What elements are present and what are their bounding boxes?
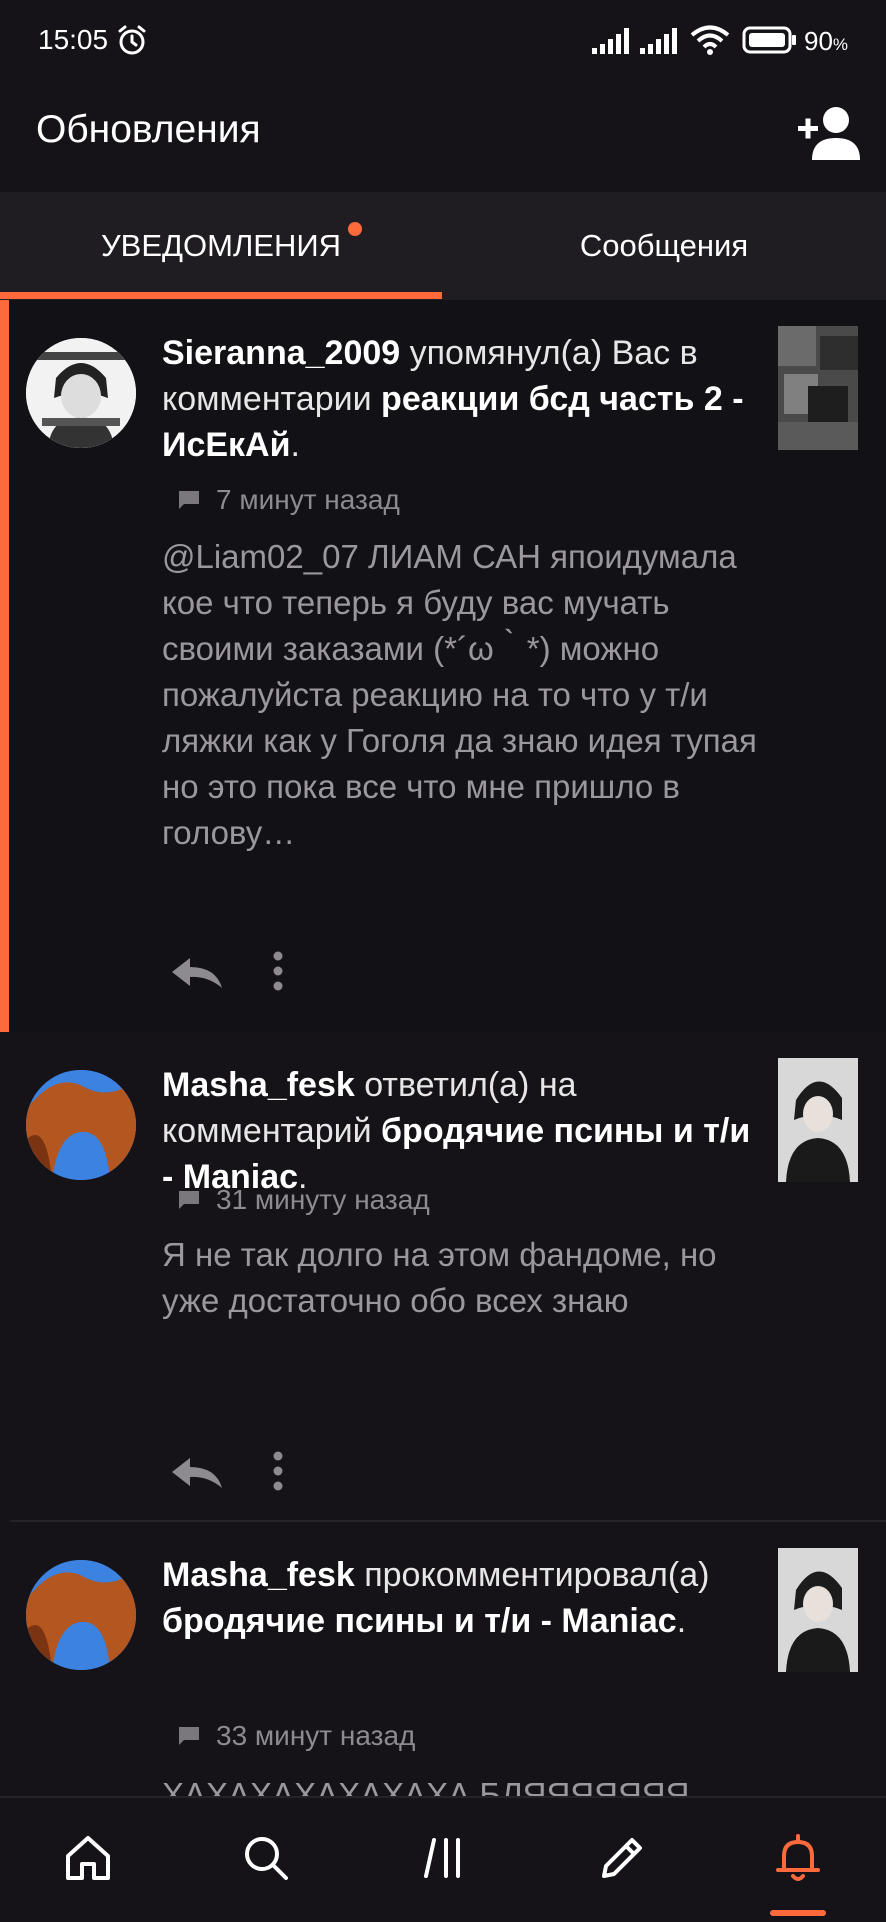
nav-home-button[interactable] bbox=[58, 1828, 118, 1888]
more-icon[interactable] bbox=[272, 950, 284, 992]
signal-icon bbox=[640, 28, 677, 54]
notification-headline: Masha_fesk ответил(а) на комментарий бро… bbox=[162, 1066, 751, 1196]
home-icon bbox=[66, 1836, 110, 1880]
more-icon[interactable] bbox=[272, 1450, 284, 1492]
wifi-icon bbox=[690, 25, 730, 55]
story-thumbnail[interactable] bbox=[778, 1548, 858, 1672]
comment-icon bbox=[179, 491, 199, 509]
pencil-icon bbox=[602, 1838, 642, 1878]
avatar[interactable] bbox=[26, 1560, 136, 1670]
notification-headline: Sieranna_2009 упомянул(а) Вас в коммента… bbox=[162, 334, 744, 464]
battery-percent: 90% bbox=[804, 26, 849, 56]
app-header: Обновления bbox=[0, 82, 886, 192]
notification-meta: 7 минут назад bbox=[178, 484, 400, 516]
avatar[interactable] bbox=[26, 338, 136, 448]
status-time: 15:05 bbox=[38, 24, 109, 55]
notification-feed[interactable]: Sieranna_2009 упомянул(а) Вас в коммента… bbox=[0, 300, 886, 1796]
nav-notifications-button[interactable] bbox=[768, 1828, 828, 1888]
unread-dot bbox=[348, 222, 362, 236]
notification-meta: 31 минуту назад bbox=[178, 1184, 430, 1216]
nav-write-button[interactable] bbox=[592, 1828, 652, 1888]
tab-notifications-label: УВЕДОМЛЕНИЯ bbox=[100, 228, 342, 263]
reply-icon[interactable] bbox=[170, 954, 224, 990]
tab-bar: УВЕДОМЛЕНИЯ Сообщения bbox=[0, 192, 886, 300]
reply-icon[interactable] bbox=[170, 1454, 224, 1490]
notification-target[interactable]: бродячие псины и т/и - Maniac bbox=[162, 1602, 677, 1640]
nav-search-button[interactable] bbox=[236, 1828, 296, 1888]
signal-icon bbox=[592, 28, 629, 54]
story-thumbnail[interactable] bbox=[778, 326, 858, 450]
tab-notifications[interactable]: УВЕДОМЛЕНИЯ bbox=[0, 192, 442, 300]
comment-icon bbox=[179, 1191, 199, 1209]
notification-item[interactable]: Sieranna_2009 упомянул(а) Вас в коммента… bbox=[0, 300, 886, 1032]
bell-icon bbox=[776, 1834, 820, 1881]
comment-text[interactable]: @Liam02_07 ЛИАМ САН япоидумала кое что т… bbox=[162, 534, 762, 856]
comment-text[interactable]: Я не так долго на этом фандоме, но уже д… bbox=[162, 1232, 762, 1324]
notification-time: 7 минут назад bbox=[216, 484, 400, 515]
nav-library-button[interactable] bbox=[414, 1828, 474, 1888]
alarm-icon bbox=[118, 25, 146, 55]
notification-time: 33 минут назад bbox=[216, 1720, 416, 1751]
bottom-navigation bbox=[0, 1796, 886, 1922]
active-tab-indicator bbox=[0, 292, 442, 299]
notification-headline: Masha_fesk прокомментировал(а) бродячие … bbox=[162, 1556, 710, 1640]
avatar[interactable] bbox=[26, 1070, 136, 1180]
story-thumbnail[interactable] bbox=[778, 1058, 858, 1182]
notification-username[interactable]: Masha_fesk bbox=[162, 1066, 355, 1104]
library-icon bbox=[424, 1838, 460, 1878]
status-bar: 15:05 90% bbox=[0, 0, 886, 82]
notification-meta: 33 минут назад bbox=[178, 1720, 415, 1752]
add-user-button[interactable] bbox=[796, 104, 860, 164]
notification-username[interactable]: Sieranna_2009 bbox=[162, 334, 400, 372]
battery-icon bbox=[742, 26, 796, 54]
add-user-icon bbox=[798, 107, 860, 160]
notification-username[interactable]: Masha_fesk bbox=[162, 1556, 355, 1594]
page-title: Обновления bbox=[36, 108, 261, 151]
notification-item[interactable]: Masha_fesk прокомментировал(а) бродячие … bbox=[0, 1522, 886, 1796]
notification-item[interactable]: Masha_fesk ответил(а) на комментарий бро… bbox=[0, 1032, 886, 1522]
active-nav-indicator bbox=[770, 1910, 826, 1916]
notification-time: 31 минуту назад bbox=[216, 1184, 430, 1215]
search-icon bbox=[245, 1837, 288, 1880]
tab-messages-label: Сообщения bbox=[579, 228, 749, 263]
comment-text[interactable]: ХАХАХАХАХАХАХА БЛЯЯЯЯЯЯЯ bbox=[162, 1772, 762, 1796]
comment-icon bbox=[179, 1727, 199, 1745]
tab-messages[interactable]: Сообщения bbox=[442, 192, 886, 300]
